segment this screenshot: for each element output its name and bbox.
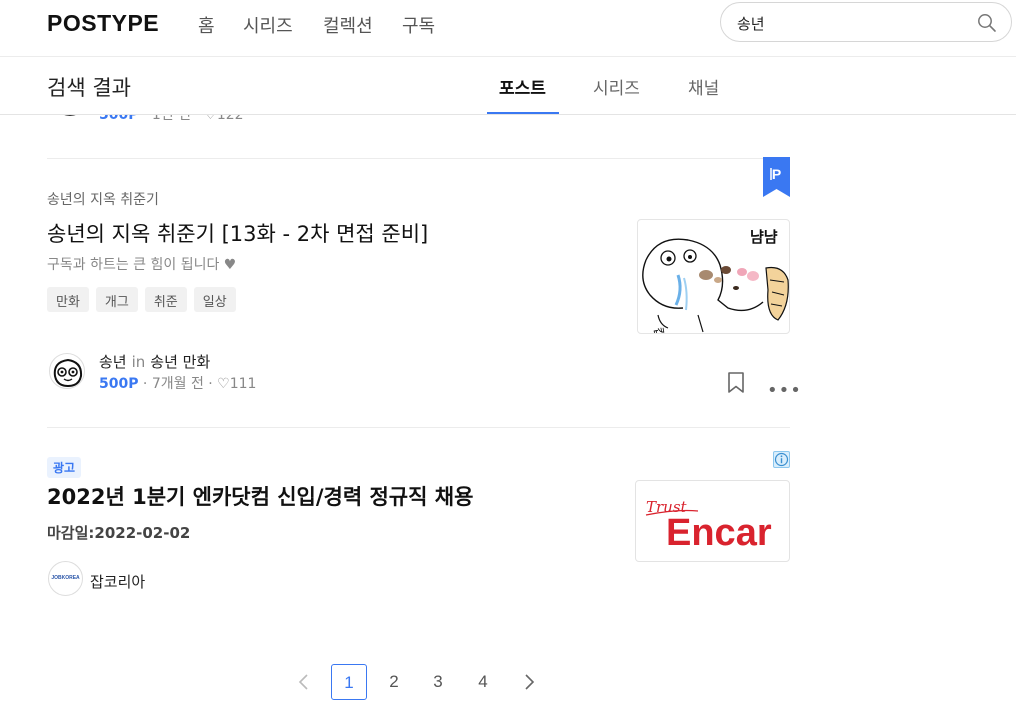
tab-series[interactable]: 시리즈 <box>593 74 640 99</box>
svg-text:컵: 컵 <box>651 326 667 334</box>
encar-logo: Trust Encar <box>645 498 772 554</box>
search-input[interactable] <box>737 12 967 34</box>
post-title[interactable]: 송년의 지옥 취준기 [13화 - 2차 면접 준비] <box>47 218 428 248</box>
comic-illustration: 컵 냠냠 <box>642 228 789 334</box>
ad-thumbnail[interactable]: Trust Encar <box>635 480 790 562</box>
avatar-logo-text: JOBKOREA <box>51 575 80 581</box>
postype-logo[interactable]: POSTYPE <box>47 10 159 37</box>
post-thumbnail[interactable]: 컵 냠냠 <box>637 219 790 334</box>
more-options-button[interactable]: ••• <box>767 380 802 401</box>
author-avatar-icon <box>53 358 83 388</box>
results-header: 검색 결과 포스트 시리즈 채널 <box>0 57 1016 115</box>
chevron-left-icon[interactable] <box>294 672 314 692</box>
post-meta: · 7개월 전 · ♡111 <box>138 376 257 392</box>
nav-link-subscribe[interactable]: 구독 <box>402 12 435 38</box>
bookmark-icon[interactable] <box>727 372 745 394</box>
tab-posts[interactable]: 포스트 <box>499 74 546 99</box>
nav-link-series[interactable]: 시리즈 <box>243 12 293 38</box>
divider <box>47 427 790 428</box>
search-icon[interactable] <box>977 13 997 33</box>
tab-channels[interactable]: 채널 <box>688 74 719 99</box>
author-line: 송년 in 송년 만화 <box>99 351 210 372</box>
ad-company-name[interactable]: 잡코리아 <box>90 571 145 592</box>
logo-big-text: Encar <box>666 512 772 554</box>
nav-link-home[interactable]: 홈 <box>198 12 215 38</box>
tag[interactable]: 일상 <box>193 287 236 312</box>
author-name[interactable]: 송년 <box>99 353 127 371</box>
pagination: 1 2 3 4 <box>286 664 546 700</box>
thumbnail-text: 냠냠 <box>750 228 778 246</box>
active-tab-indicator <box>487 112 559 114</box>
page-button-4[interactable]: 4 <box>465 664 501 700</box>
points-label: 500P <box>99 376 139 392</box>
tag[interactable]: 취준 <box>144 287 187 312</box>
nav-link-collection[interactable]: 컬렉션 <box>323 12 373 38</box>
svg-text:P: P <box>772 166 781 182</box>
avatar[interactable]: JOBKOREA <box>48 561 83 596</box>
chevron-right-icon[interactable] <box>519 672 539 692</box>
divider <box>47 158 790 159</box>
ad-info-icon[interactable] <box>773 451 790 468</box>
top-navigation: POSTYPE 홈 시리즈 컬렉션 구독 <box>0 0 1016 57</box>
page-button-3[interactable]: 3 <box>420 664 456 700</box>
page-title: 검색 결과 <box>47 76 131 100</box>
post-meta-line: 500P · 7개월 전 · ♡111 <box>99 373 256 393</box>
search-box <box>720 2 1012 42</box>
page-button-1[interactable]: 1 <box>331 664 367 700</box>
tag[interactable]: 개그 <box>95 287 138 312</box>
ad-deadline: 마감일:2022-02-02 <box>47 524 191 542</box>
ad-title[interactable]: 2022년 1분기 엔카닷컴 신입/경력 정규직 채용 <box>47 481 473 511</box>
post-series-name[interactable]: 송년의 지옥 취준기 <box>47 189 159 209</box>
channel-name[interactable]: 송년 만화 <box>150 353 210 371</box>
tag[interactable]: 만화 <box>47 287 89 312</box>
page-button-2[interactable]: 2 <box>376 664 412 700</box>
in-label: in <box>131 353 146 371</box>
avatar[interactable] <box>49 353 85 389</box>
tag-list: 만화 개그 취준 일상 <box>47 287 236 312</box>
paid-post-badge-icon: P <box>763 157 790 197</box>
ad-badge: 광고 <box>47 457 82 478</box>
info-icon <box>774 452 789 467</box>
post-subtitle: 구독과 하트는 큰 힘이 됩니다 ♥ <box>47 257 237 273</box>
